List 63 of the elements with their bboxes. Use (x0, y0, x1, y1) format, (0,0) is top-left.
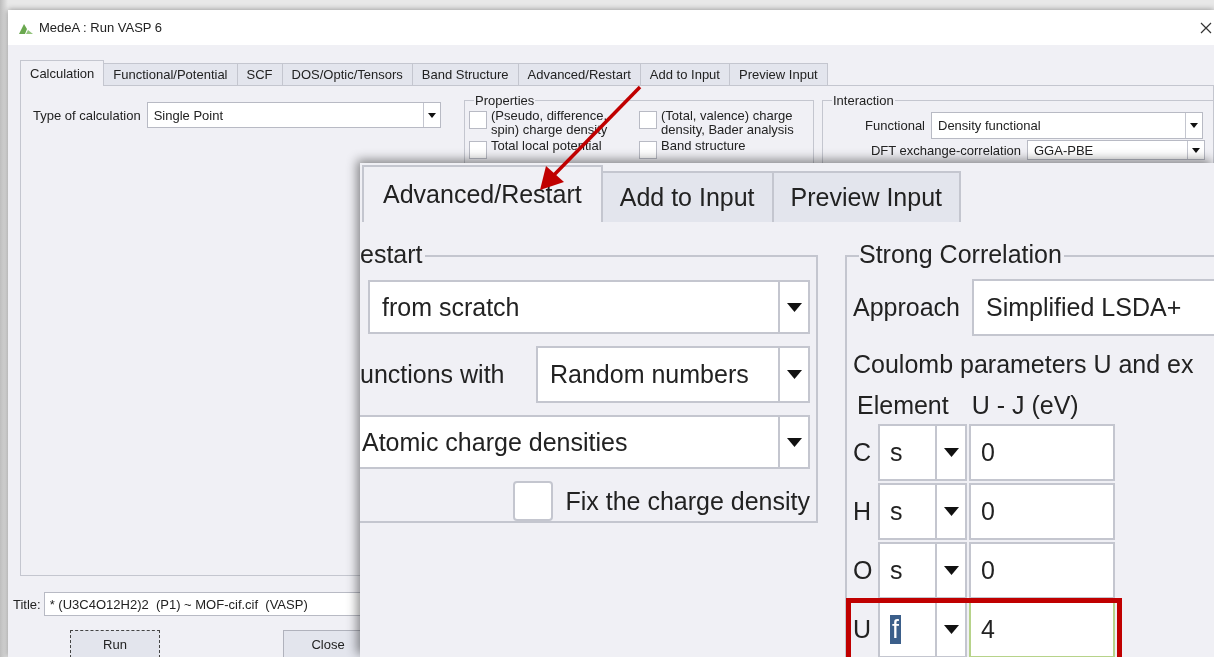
field-label: Functional (865, 118, 925, 133)
tab[interactable]: Advanced/Restart (517, 63, 641, 85)
field-label: unctions with (360, 360, 506, 389)
calculation-dropdown[interactable]: Single Point (146, 102, 441, 128)
dropdown[interactable]: GGA-PBE (1027, 140, 1205, 160)
caret-icon (1192, 147, 1200, 153)
orbital-dropdown[interactable]: s (878, 424, 967, 481)
value-field[interactable]: 0 (969, 542, 1115, 599)
dropdown[interactable]: from scratch (368, 280, 810, 334)
value-field[interactable]: 0 (969, 483, 1115, 540)
orbital-dropdown[interactable]: s (878, 483, 967, 540)
caret-icon (942, 566, 960, 575)
caret-icon (942, 448, 960, 457)
run-button[interactable]: Run (70, 630, 160, 657)
caret-icon (942, 507, 960, 516)
caret-icon (427, 112, 436, 118)
description-text: Coulomb parameters U and ex (853, 350, 1195, 379)
element-label: U (853, 615, 873, 644)
field-label: Type of calculation (33, 107, 141, 123)
field-label: Title: (13, 596, 41, 612)
caret-icon (1190, 123, 1198, 128)
tab[interactable]: DOS/Optic/Tensors (281, 63, 413, 85)
caret-icon (785, 302, 803, 312)
checkbox-label: (Total, valence) charge density, Bader analysis (661, 109, 795, 137)
orbital-dropdown[interactable]: s (878, 542, 967, 599)
caret-icon (785, 437, 803, 447)
caret-icon (942, 625, 960, 634)
checkbox-label: Band structure (661, 139, 746, 153)
group-title: Interaction (832, 93, 895, 108)
field-label: Approach (853, 293, 961, 322)
tab[interactable]: Add to Input (600, 171, 774, 222)
element-label: C (853, 438, 873, 467)
dropdown[interactable]: Atomic charge densities (360, 415, 810, 469)
column-header: U - J (eV) (971, 391, 1079, 420)
checkbox[interactable] (639, 141, 657, 159)
tab[interactable]: SCF (236, 63, 283, 85)
element-label: O (853, 556, 874, 585)
dropdown[interactable]: Random numbers (536, 346, 810, 403)
checkbox[interactable] (639, 111, 657, 129)
caret-icon (785, 370, 803, 379)
checkbox[interactable] (469, 141, 487, 159)
column-header: Element (857, 391, 949, 420)
group-title: Properties (474, 93, 536, 108)
element-label: H (853, 497, 873, 526)
dropdown[interactable]: Simplified LSDA+ (972, 279, 1214, 336)
tab[interactable]: Preview Input (728, 63, 828, 85)
tab[interactable]: Preview Input (771, 171, 961, 222)
value-field[interactable]: 4 (969, 601, 1115, 657)
dropdown[interactable]: Density functional (931, 112, 1203, 139)
checkbox-label: Fix the charge density (565, 486, 810, 516)
tab[interactable]: Calculation (20, 60, 105, 86)
checkbox[interactable] (469, 111, 487, 129)
checkbox[interactable] (513, 481, 554, 521)
tab[interactable]: Advanced/Restart (362, 165, 603, 222)
group-title: estart (360, 239, 425, 269)
field-label: DFT exchange-correlation (870, 142, 1021, 158)
orbital-dropdown[interactable]: f (878, 601, 967, 657)
tab[interactable]: Band Structure (411, 63, 519, 85)
value-field[interactable]: 0 (969, 424, 1115, 481)
close-icon[interactable] (1200, 21, 1212, 34)
tab[interactable]: Functional/Potential (103, 63, 238, 85)
window-title: MedeA : Run VASP 6 (39, 20, 164, 35)
tab[interactable]: Add to Input (639, 63, 730, 85)
